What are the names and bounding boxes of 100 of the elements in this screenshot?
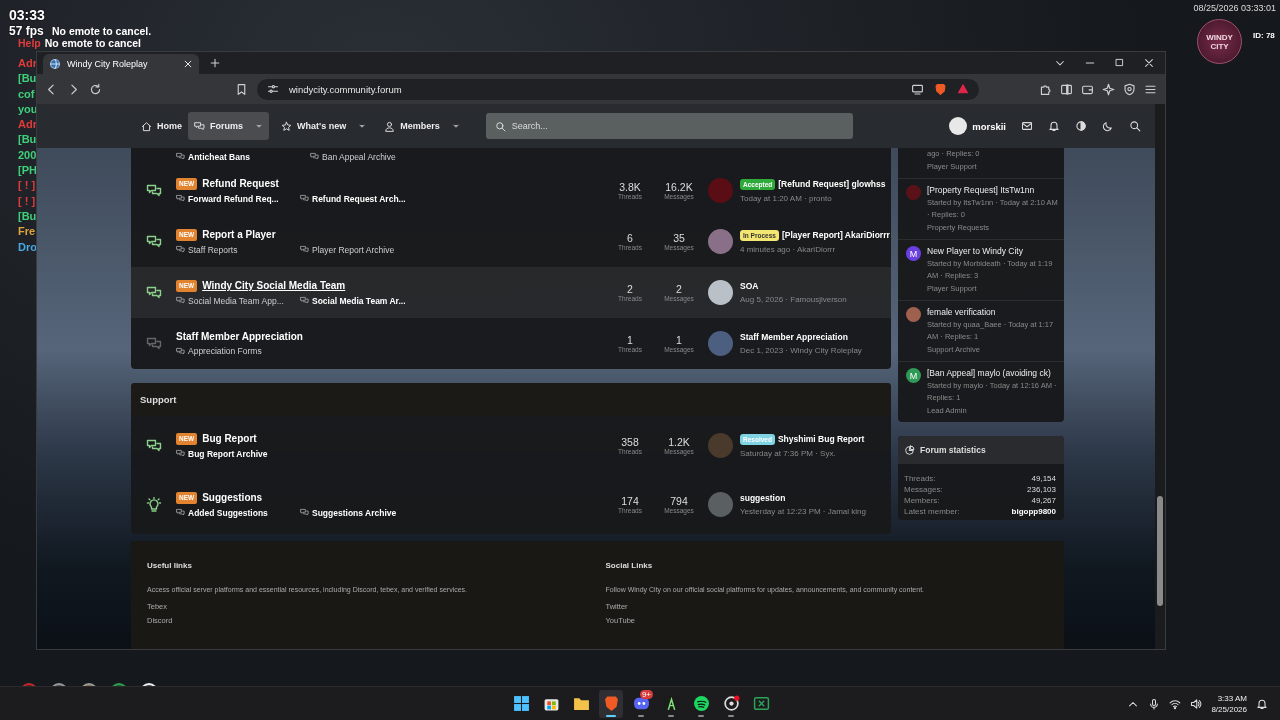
stat-label: Members: [904, 496, 940, 505]
thread-link[interactable]: [Ban Appeal] maylo (avoiding ck) [927, 368, 1058, 378]
user-avatar[interactable] [949, 117, 968, 135]
reload-icon[interactable] [89, 82, 102, 96]
chat-prefix: [PH [18, 163, 37, 179]
caret-icon [357, 121, 368, 131]
wifi-icon[interactable] [1169, 697, 1182, 710]
browser-tab[interactable]: Windy City Roleplay [43, 54, 199, 74]
sidebar-icon[interactable] [1060, 82, 1073, 96]
bookmark-icon[interactable] [235, 82, 248, 96]
shield-icon[interactable] [1123, 82, 1136, 96]
stat-label: Threads: [904, 474, 936, 483]
thread-link[interactable]: [Player Report] AkariDiorrr [781, 230, 890, 240]
volume-icon[interactable] [1190, 697, 1203, 710]
chat-icon [194, 120, 205, 132]
fps-counter: 57 fps [9, 25, 44, 37]
avatar[interactable] [708, 229, 733, 254]
avatar[interactable] [906, 307, 921, 322]
puzzle-icon[interactable] [1039, 82, 1052, 96]
footer-heading: Social Links [605, 561, 654, 570]
subforum-link[interactable]: Ban Appeal Archive [310, 151, 420, 162]
notification-icon[interactable] [1256, 697, 1268, 710]
subforum-link[interactable]: Forward Refund Req... [176, 193, 286, 204]
triangle-icon[interactable] [957, 83, 969, 95]
moon-icon[interactable] [1102, 120, 1114, 132]
nav-tab[interactable]: Forums [188, 112, 250, 140]
search-icon[interactable] [1129, 120, 1141, 132]
subforum-link[interactable]: Added Suggestions [176, 507, 286, 518]
stat-value[interactable]: bigopp9800 [1011, 507, 1056, 516]
subforum-link[interactable]: Player Report Archive [300, 244, 410, 255]
subforum-link[interactable]: Refund Request Arch... [300, 193, 410, 204]
avatar[interactable]: M [906, 368, 921, 383]
post-meta: Today at 1:20 AM · pronto [740, 193, 833, 203]
nav-tab[interactable]: Home [135, 112, 188, 140]
taskbar-button[interactable]: 9+ [629, 689, 653, 718]
thread-count: 1 [627, 334, 633, 346]
forum-title[interactable]: Refund Request [202, 178, 279, 189]
hud-clock: 03:33 [9, 8, 45, 23]
thread-link[interactable]: female verification [927, 307, 1058, 317]
folder-icon [572, 695, 590, 712]
thread-link[interactable]: Shyshimi Bug Report [777, 434, 865, 444]
thread-count: 3.8K [619, 181, 641, 193]
sparkle-icon[interactable] [1102, 82, 1115, 96]
chat-prefix: Dro [18, 239, 37, 255]
avatar[interactable]: M [906, 246, 921, 261]
tune-icon[interactable] [267, 83, 279, 95]
subforum-link[interactable]: Social Media Team App... [176, 295, 286, 306]
subforum-link[interactable]: Anticheat Bans [176, 151, 286, 162]
chat-icon [300, 245, 309, 254]
forum-title[interactable]: Bug Report [202, 433, 257, 444]
dropdown-toggle[interactable] [249, 112, 270, 140]
thread-link[interactable]: [Property Request] ItsTw1nn [927, 185, 1058, 195]
address-bar[interactable]: windycity.community.forum [257, 78, 979, 100]
subforum-link[interactable]: Social Media Team Ar... [300, 295, 410, 306]
close-icon[interactable] [183, 59, 193, 69]
chat-icon [176, 296, 185, 305]
nav-tab[interactable]: Members [378, 112, 446, 140]
thread-link[interactable]: SOA [740, 281, 759, 291]
lion-icon [602, 695, 620, 712]
subforum-link[interactable]: Suggestions Archive [300, 507, 410, 518]
chat-app-icon [632, 695, 650, 712]
subforum-link[interactable]: Staff Reports [176, 244, 286, 255]
username-link[interactable]: morskii [972, 120, 1006, 132]
thread-count: 6 [627, 232, 633, 244]
microphone-icon[interactable] [1148, 697, 1161, 710]
close-icon[interactable] [1143, 57, 1155, 69]
chat-icon [176, 449, 185, 458]
subforum-link[interactable]: Bug Report Archive [176, 448, 286, 459]
maximize-icon[interactable] [1114, 57, 1125, 68]
mail-icon[interactable] [1021, 120, 1033, 132]
contrast-icon[interactable] [1075, 120, 1087, 132]
thread-count: 2 [627, 283, 633, 295]
thread-link[interactable]: Staff Member Appreciation [740, 332, 848, 342]
chat-icon [300, 508, 309, 517]
taskbar-button[interactable] [599, 689, 623, 718]
avatar[interactable] [708, 280, 733, 305]
nav-tab[interactable]: What's new [275, 112, 353, 140]
bell-icon[interactable] [1048, 120, 1060, 132]
footer-heading: Useful links [147, 561, 193, 570]
thread-link[interactable]: suggestion [740, 493, 786, 503]
lion-icon[interactable] [934, 82, 947, 96]
new-tab-icon[interactable] [209, 57, 221, 69]
forum-title[interactable]: Report a Player [202, 229, 276, 240]
search-field[interactable]: Search... [485, 113, 853, 139]
forum-title[interactable]: Windy City Social Media Team [202, 280, 346, 291]
forum-title[interactable]: Staff Member Appreciation [176, 331, 303, 342]
chat-icon [176, 346, 185, 356]
subforum-link[interactable]: Appreciation Forms [176, 346, 286, 356]
scrollbar[interactable] [1155, 104, 1165, 649]
thread-link[interactable]: [Refund Request] glowhss [778, 179, 886, 189]
thread-link[interactable]: New Player to Windy City [927, 246, 1058, 256]
chat-prefix: Help [18, 37, 41, 49]
chat-prefix: [ ! ] [18, 193, 36, 209]
forum-title[interactable]: Suggestions [202, 492, 263, 503]
chat-prefix: Adr [18, 117, 37, 133]
stat-label: Latest member: [904, 507, 960, 516]
stat-value: 236,103 [1027, 485, 1056, 494]
chat-prefix: [Bu [18, 132, 37, 148]
chat-prefix: [Bu [18, 71, 37, 87]
screen-icon[interactable] [911, 82, 924, 96]
